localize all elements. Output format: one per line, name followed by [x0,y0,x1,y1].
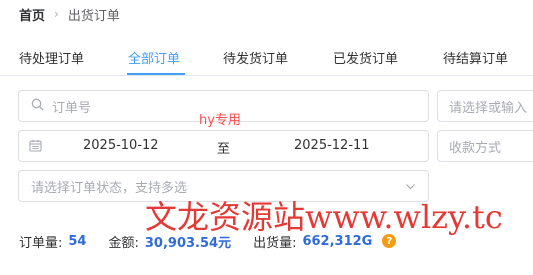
date-separator: 至 [217,142,231,157]
amount-label: 金额: [108,235,139,251]
select-or-input-field[interactable]: 请选择或输入 [437,90,533,122]
calendar-icon [29,139,42,156]
tab-pending[interactable]: 待处理订单 [19,48,84,67]
active-tab-indicator [127,73,185,75]
breadcrumb-current: 出货订单 [67,8,120,24]
date-start[interactable]: 2025-10-12 [83,138,159,153]
date-range-picker[interactable]: 2025-10-12 至 2025-12-11 [18,130,429,162]
payment-method-select[interactable]: 收款方式 [437,130,533,162]
breadcrumb-home[interactable]: 首页 [19,5,45,24]
order-count-value: 54 [68,233,87,249]
order-count-label: 订单量: [19,235,63,251]
search-icon [31,98,44,115]
order-number-placeholder: 订单号 [52,100,92,116]
payment-method-placeholder: 收款方式 [449,140,502,156]
tab-to-ship[interactable]: 待发货订单 [223,48,288,67]
tab-all[interactable]: 全部订单 [128,48,180,67]
page: 首页 › 出货订单 待处理订单 全部订单 待发货订单 已发货订单 待结算订单 订… [0,0,533,275]
chevron-right-icon: › [54,7,59,21]
order-tabs: 待处理订单 全部订单 待发货订单 已发货订单 待结算订单 [0,42,533,76]
tab-shipped[interactable]: 已发货订单 [333,48,398,67]
date-end[interactable]: 2025-12-11 [294,138,370,153]
breadcrumb: 首页 › 出货订单 [19,5,120,24]
watermark-small: hy专用 [199,113,241,128]
watermark-site: 文龙资源站www.wlzy.tc [145,198,503,236]
tab-to-settle[interactable]: 待结算订单 [443,48,508,67]
select-or-input-placeholder: 请选择或输入 [449,100,528,116]
